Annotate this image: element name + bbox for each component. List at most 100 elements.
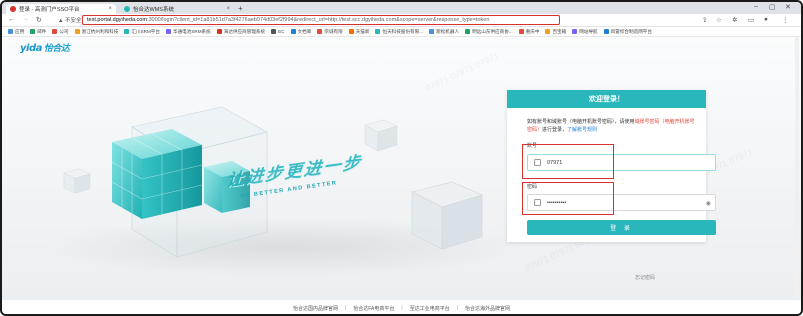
glass-cube-small (364, 119, 398, 152)
menu-icon[interactable]: ⋮ (782, 16, 789, 24)
bookmark-icon (465, 29, 471, 34)
bookmarks-bar: 应用 邮件 公司 浙江杭州利和科技 汇川SRM平台 华通电池SRM系统 海达供应商管理系统 E… (2, 27, 801, 37)
bookmark-item[interactable]: 风雷综合制造网平台 (603, 28, 652, 35)
profile-icon[interactable]: ● (764, 16, 768, 23)
bookmark-item[interactable]: 华通电池SRM系统 (165, 28, 211, 35)
bookmark-label: 汇川SRM平台 (131, 28, 160, 34)
bookmark-icon (216, 29, 222, 34)
bookmark-label: 风雷综合制造网平台 (610, 28, 652, 34)
bookmark-label: 恒天科技股份有限... (382, 28, 424, 34)
address-bar: ← → ↻ ▲ 不安全 test.portal.dgyiheda.com:300… (2, 14, 801, 27)
bookmark-item[interactable]: 新松机器人 (429, 29, 459, 35)
bookmark-icon (165, 29, 171, 34)
bookmark-item[interactable]: 天猫新 (348, 29, 369, 35)
password-field[interactable]: •••••••••• ◉ (527, 194, 716, 211)
footer-separator: | (344, 305, 347, 311)
bookmark-icon (518, 29, 524, 34)
forgot-password-link[interactable]: 忘记密码 (635, 274, 655, 281)
tab-title: 怡合达WMS系统 (133, 7, 174, 13)
bookmark-item[interactable]: 浙江杭州利和科技 (74, 28, 119, 35)
bookmark-label: 应用 (15, 28, 25, 34)
forward-icon[interactable]: → (22, 16, 29, 23)
close-icon[interactable]: × (226, 6, 230, 12)
username-field[interactable]: 07971 (527, 154, 716, 171)
tab-bar: 登录 - 高测门户SSO平台 × 怡合达WMS系统 × + – ▢ ✕ (2, 2, 801, 14)
bookmark-icon (52, 29, 58, 34)
bookmark-item[interactable]: 应用 (8, 29, 24, 35)
bookmark-icon (375, 29, 381, 34)
logo-text: yida (20, 43, 42, 54)
back-icon[interactable]: ← (8, 16, 15, 23)
bookmark-icon (74, 29, 80, 34)
footer-link[interactable]: 怡合达国内品牌官网 (293, 305, 338, 312)
close-window-icon[interactable]: ✕ (785, 3, 791, 11)
login-notice: 如有账号和域账号（电脑开机账号密码），请使用域账号密码（电脑开机账号密码）进行登… (527, 118, 697, 134)
password-label: 密码 (527, 184, 538, 190)
bookmark-item[interactable]: 网站导航 (572, 28, 598, 35)
bookmark-item[interactable]: 汇川SRM平台 (124, 29, 160, 35)
bookmark-icon (348, 29, 354, 34)
login-button[interactable]: 登 录 (527, 220, 716, 235)
bookmark-label: 百宝箱 (552, 28, 567, 34)
minimize-icon[interactable]: – (754, 3, 758, 10)
watermark: 07971 07971 07971 (423, 50, 501, 94)
url-host: test.portal.dgyiheda.com (87, 17, 147, 23)
bookmark-item[interactable]: 公司 (52, 29, 69, 35)
bookmark-icon (124, 29, 130, 34)
tab-title: 登录 - 高测门户SSO平台 (19, 7, 80, 13)
new-tab-button[interactable]: + (238, 4, 243, 13)
tab-login[interactable]: 登录 - 高测门户SSO平台 × (6, 4, 116, 14)
login-title: 欢迎登录！ (507, 90, 706, 108)
bookmark-label: EC (278, 29, 285, 34)
footer-link[interactable]: 怡合达海外品牌官网 (465, 305, 510, 312)
bookmark-label: 文档库 (297, 28, 312, 34)
tab-wms[interactable]: 怡合达WMS系统 × (120, 4, 234, 14)
reload-icon[interactable]: ↻ (36, 16, 42, 24)
company-logo: yida 怡合达 (20, 41, 70, 54)
bookmark-item[interactable]: 重庆中 (518, 29, 539, 35)
share-icon[interactable]: ⇪ (702, 16, 707, 24)
footer-link[interactable]: 怡合达FA电商平台 (353, 305, 394, 312)
bookmark-label: 浙江杭州利和科技 (81, 28, 119, 34)
extensions-icon[interactable]: ✲ (732, 16, 737, 24)
footer-separator: | (401, 305, 403, 311)
sidebar-icon[interactable]: ▭ (748, 16, 754, 24)
browser-window: 登录 - 高测门户SSO平台 × 怡合达WMS系统 × + – ▢ ✕ ← → … (0, 0, 803, 316)
bookmark-item[interactable]: 宗诚有限 (317, 28, 343, 35)
bookmark-label: 网站导航 (579, 28, 598, 34)
bookmark-item[interactable]: 邮件 (30, 29, 46, 35)
bookmark-icon (290, 29, 296, 34)
bookmark-item[interactable]: 海达供应商管理系统 (216, 29, 265, 35)
bookmark-icon (429, 29, 435, 34)
bookmark-item[interactable]: 明远山东供应商协... (465, 29, 513, 35)
star-icon[interactable]: ☆ (716, 16, 722, 24)
password-value: •••••••••• (547, 199, 567, 206)
security-indicator[interactable]: ▲ 不安全 (58, 16, 82, 24)
account-rules-link[interactable]: 了解账号规则 (567, 127, 597, 133)
bookmark-label: 明远山东供应商协... (472, 28, 513, 34)
bookmark-label: 华通电池SRM系统 (172, 28, 211, 34)
bookmark-label: 新松机器人 (436, 28, 460, 34)
login-page: yida 怡合达 07971 07971 07971 07971 07971 07… (2, 37, 801, 299)
bookmark-item[interactable]: 百宝箱 (545, 29, 566, 35)
username-label: 账号 (527, 143, 538, 149)
maximize-icon[interactable]: ▢ (769, 3, 776, 11)
footer-link[interactable]: 至达工业电商平台 (410, 305, 450, 312)
bookmark-icon (30, 29, 36, 34)
bookmark-item[interactable]: EC (271, 29, 285, 34)
vertical-scrollbar[interactable] (795, 37, 799, 299)
eye-icon[interactable]: ◉ (706, 200, 711, 207)
url-rest: :3000/login?client_id=1a81b51d7a3f4276ae… (146, 17, 490, 23)
bookmark-item[interactable]: 恒天科技股份有限... (375, 29, 423, 35)
bookmark-icon (545, 29, 551, 34)
username-value: 07971 (547, 159, 563, 166)
lock-icon (534, 199, 541, 206)
close-icon[interactable]: × (108, 6, 112, 12)
bookmark-label: 宗诚有限 (324, 28, 343, 34)
url-input[interactable]: test.portal.dgyiheda.com:3000/login?clie… (82, 15, 560, 25)
notice-prefix: 如有账号和域账号（电脑开机账号密码），请使用 (527, 119, 635, 125)
footer: 怡合达国内品牌官网 | 怡合达FA电商平台 | 至达工业电商平台 | 怡合达海外品牌官网 (2, 299, 801, 314)
bookmark-item[interactable]: 文档库 (290, 28, 312, 35)
user-icon (534, 159, 541, 166)
footer-separator: | (456, 305, 459, 311)
